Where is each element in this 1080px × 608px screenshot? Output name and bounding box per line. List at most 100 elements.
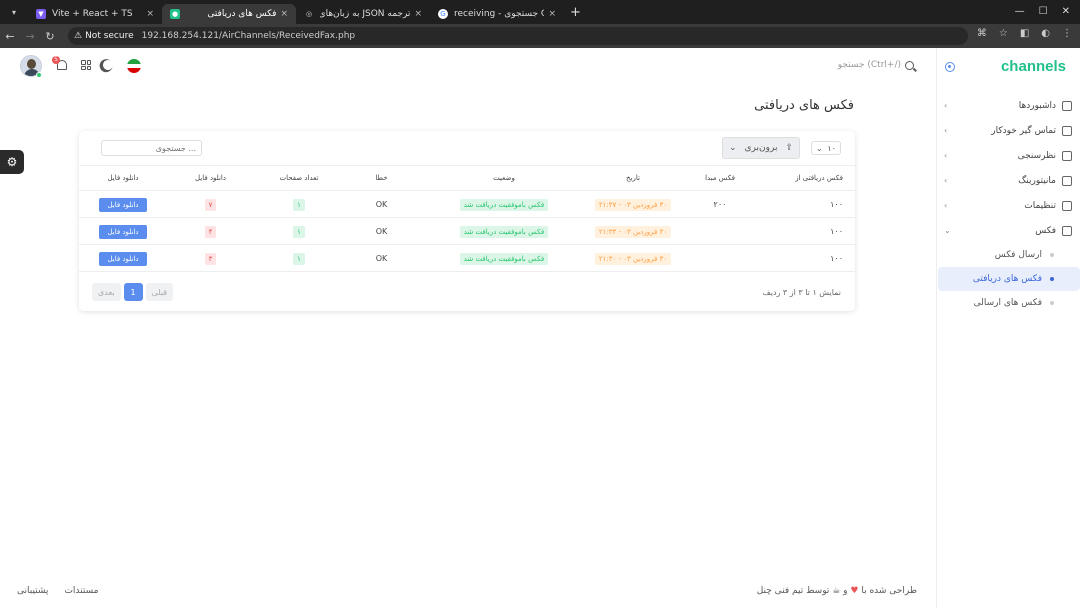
tab-received-fax[interactable]: ● فکس های دریافتی × (162, 4, 296, 24)
cell-error: OK (344, 244, 419, 272)
support-link[interactable]: پشتیبانی (17, 586, 48, 596)
translate-icon[interactable]: ⌘ (977, 28, 987, 39)
sidebar-item-survey[interactable]: نظرسنجی ‹ (936, 143, 1080, 168)
sidebar-subitem-send-fax[interactable]: ارسال فکس (936, 243, 1080, 267)
close-tab-icon[interactable]: × (280, 9, 288, 19)
docs-link[interactable]: مستندات (64, 586, 98, 596)
pagination-next-button[interactable]: بعدی (92, 283, 121, 301)
per-page-value: ۱۰ (827, 143, 836, 153)
pagination-page-button[interactable]: 1 (123, 283, 143, 301)
sidebar-item-monitoring[interactable]: مانیتورینگ ‹ (936, 168, 1080, 193)
download-file-button[interactable]: دانلود فایل (99, 224, 147, 239)
online-status-dot (36, 72, 42, 78)
customizer-gear-icon[interactable]: ⚙ (0, 150, 24, 174)
table-search-input[interactable] (101, 140, 202, 156)
column-header[interactable]: فکس دریافتی از (763, 165, 855, 191)
heart-icon: ♥ (850, 586, 859, 596)
monitor-icon (1062, 175, 1072, 186)
close-tab-icon[interactable]: × (548, 9, 556, 19)
column-header[interactable]: خطا (344, 165, 419, 191)
cell-origin (677, 244, 763, 272)
bookmark-star-icon[interactable]: ☆ (999, 28, 1008, 39)
bullet-icon (1050, 277, 1054, 281)
download-file-button[interactable]: دانلود فایل (99, 197, 147, 212)
pagination-prev-button[interactable]: قبلی (145, 283, 174, 301)
url-text: 192.168.254.121/AirChannels/ReceivedFax.… (141, 31, 356, 41)
back-icon[interactable]: ← (0, 30, 20, 43)
pages-badge: ۱ (293, 225, 305, 238)
address-bar[interactable]: ⚠ Not secure 192.168.254.121/AirChannels/… (68, 27, 968, 45)
search-hint-label: جستجو (Ctrl+/) (837, 60, 901, 70)
sidebar-item-label: تماس گیر خودکار (991, 125, 1056, 136)
column-header[interactable]: دانلود فایل (167, 165, 254, 191)
status-badge: فکس باموفقیت دریافت شد (459, 198, 549, 211)
sidebar-toggle-icon[interactable] (945, 62, 955, 72)
export-button[interactable]: ⌄ برون‌بری ⇪ (722, 137, 800, 159)
bullet-icon (1050, 301, 1054, 305)
brand-logo[interactable]: channels (1001, 58, 1066, 75)
close-tab-icon[interactable]: × (414, 9, 422, 19)
sidebar-subitem-sent-fax[interactable]: فکس های ارسالی (936, 291, 1080, 315)
sidebar-subitem-label: فکس های دریافتی (972, 274, 1042, 284)
table-row: ۱۰۰ ۳۰ فروردین ۰۳ - ۲۱:۳۰ فکس باموفقیت د… (79, 244, 855, 272)
table-row: ۱۰۰ ۲۰۰ ۳۰ فروردین ۰۳ - ۲۱:۳۷ فکس باموفق… (79, 190, 855, 218)
tab-title: فکس های دریافتی (207, 9, 277, 19)
menu-dots-icon[interactable]: ⋮ (1062, 28, 1072, 39)
moon-icon[interactable] (102, 59, 115, 72)
cell-from: ۱۰۰ (763, 217, 855, 245)
sidebar-item-auto-dialer[interactable]: تماس گیر خودکار ‹ (936, 118, 1080, 143)
date-badge: ۳۰ فروردین ۰۳ - ۲۱:۳۳ (594, 225, 672, 238)
cell-error: OK (344, 217, 419, 245)
tab-title: Vite + React + TS (52, 9, 133, 19)
close-tab-icon[interactable]: × (146, 9, 154, 19)
bullet-icon (1050, 253, 1054, 257)
column-header[interactable]: فکس مبدا (677, 165, 763, 191)
pages-badge: ۱ (293, 198, 305, 211)
export-label: برون‌بری (744, 143, 778, 153)
reload-icon[interactable]: ↻ (40, 30, 60, 43)
new-tab-button[interactable]: + (570, 5, 581, 20)
column-header[interactable]: وضعیت (419, 165, 589, 191)
sidebar-item-settings[interactable]: تنظیمات ‹ (936, 193, 1080, 218)
forward-icon[interactable]: → (20, 30, 40, 43)
download-file-button[interactable]: دانلود فایل (99, 251, 147, 266)
table-toolbar: ⌄ ۱۰ ⌄ برون‌بری ⇪ (79, 131, 855, 165)
tab-json-translate[interactable]: ◎ ترجمه JSON به زبان‌های م × (296, 4, 430, 24)
page-title: فکس های دریافتی (754, 98, 854, 113)
status-badge: فکس باموفقیت دریافت شد (459, 252, 549, 265)
close-window-icon[interactable]: ✕ (1062, 6, 1070, 17)
profile-icon[interactable]: ◐ (1041, 28, 1050, 39)
credit-text: و ☕ توسط تیم فنی چنل (756, 586, 848, 596)
fax-table: فکس دریافتی از فکس مبدا تاریخ وضعیت خطا … (79, 165, 855, 272)
fax-table-card: ⌄ ۱۰ ⌄ برون‌بری ⇪ فکس دریافتی از فکس مبد… (79, 131, 855, 311)
per-page-select[interactable]: ⌄ ۱۰ (811, 141, 841, 155)
vite-favicon-icon: ▼ (36, 9, 46, 19)
sidebar-item-fax[interactable]: فکس ⌄ (936, 218, 1080, 243)
sidebar-subitem-received-fax[interactable]: فکس های دریافتی (938, 267, 1080, 291)
security-indicator[interactable]: ⚠ Not secure (74, 31, 134, 41)
not-secure-label: Not secure (85, 31, 134, 41)
search-icon (905, 60, 914, 70)
apps-grid-icon[interactable] (81, 60, 91, 70)
tab-vite[interactable]: ▼ Vite + React + TS × (28, 4, 162, 24)
channels-favicon-icon: ● (170, 9, 180, 19)
sidebar-item-label: نظرسنجی (1017, 150, 1056, 161)
cell-origin (677, 217, 763, 245)
global-search[interactable]: جستجو (Ctrl+/) (838, 60, 914, 70)
tab-search-icon[interactable]: ▾ (0, 0, 28, 24)
column-header[interactable]: دانلود فایل (79, 165, 167, 191)
tab-google-search[interactable]: G receiving - جستجوی Goo × (430, 4, 564, 24)
browser-actions: ⌘ ☆ ◧ ◐ ⋮ (977, 28, 1072, 39)
column-header[interactable]: تعداد صفحات (254, 165, 344, 191)
sidebar-subitem-label: ارسال فکس (994, 250, 1042, 260)
column-header[interactable]: تاریخ (589, 165, 677, 191)
notification-badge: 5 (52, 56, 60, 64)
sidebar-item-dashboards[interactable]: داشبوردها ‹ (936, 93, 1080, 118)
extensions-icon[interactable]: ◧ (1020, 28, 1029, 39)
sidebar-item-label: داشبوردها (1018, 100, 1056, 111)
minimize-icon[interactable]: — (1015, 6, 1025, 17)
iran-flag-icon[interactable] (127, 59, 141, 73)
window-controls: — ☐ ✕ (1015, 6, 1070, 17)
table-row: ۱۰۰ ۳۰ فروردین ۰۳ - ۲۱:۳۳ فکس باموفقیت د… (79, 217, 855, 245)
maximize-icon[interactable]: ☐ (1039, 6, 1048, 17)
